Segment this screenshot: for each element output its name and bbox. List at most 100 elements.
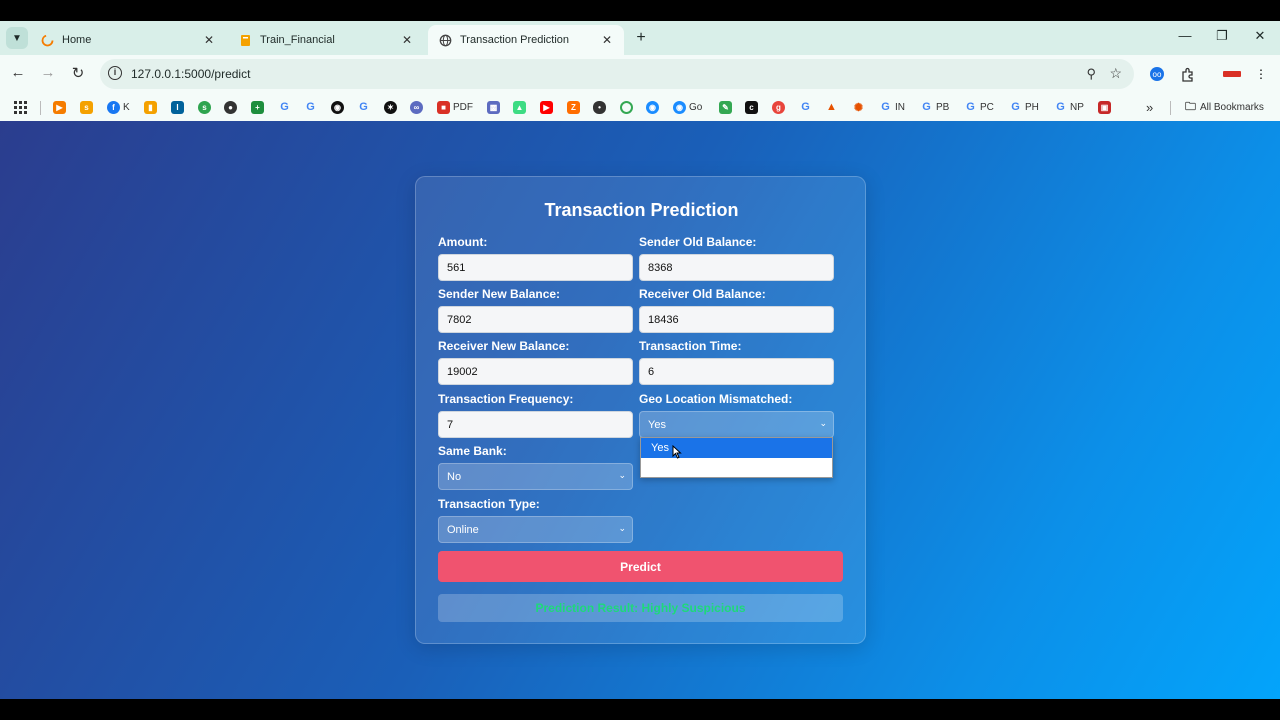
window-close-icon[interactable]: ✕ [1250,28,1270,44]
github-icon[interactable]: ◉ [331,99,347,115]
prediction-result: Prediction Result: Highly Suspicious [438,594,843,622]
bookmark-icon[interactable] [620,99,636,115]
bookmark-icon[interactable]: • [593,99,609,115]
puzzle-icon[interactable] [1179,65,1197,83]
zoom-icon[interactable]: ⚲ [1086,66,1096,82]
amount-input[interactable]: 561 [438,254,633,281]
screen-bottom-bar [0,699,1280,720]
bookmark-icon[interactable]: ▣ [1098,99,1114,115]
pdf-icon: ■ [437,100,450,114]
form-title: Transaction Prediction [544,200,739,220]
more-bookmarks-icon[interactable]: » [1146,99,1153,115]
back-icon[interactable]: ← [8,64,28,81]
geo-location-dropdown-list: Yes [640,437,833,478]
restore-icon[interactable]: ❐ [1212,28,1232,44]
bookmark-google-ph[interactable]: G PH [1009,99,1039,115]
bookmark-pdf[interactable]: ■ PDF [437,99,473,115]
bookmark-go[interactable]: ◉ Go [673,99,702,115]
bookmark-icon[interactable]: ◉ [646,99,662,115]
bookmark-icon[interactable]: ▲ [513,99,529,115]
browser-toolbar: ← → ↻ i 127.0.0.1:5000/predict ⚲ ☆ oo ⋮ [0,55,1280,93]
openai-icon[interactable]: ✶ [384,99,400,115]
predict-button[interactable]: Predict [438,551,843,582]
bookmark-google-pb[interactable]: G PB [920,99,949,115]
new-tab-button[interactable]: + [632,29,650,47]
bookmark-icon[interactable]: ▮ [144,99,160,115]
bookmark-icon[interactable]: Z [567,99,583,115]
bookmark-icon[interactable]: + [251,99,267,115]
geo-location-mismatched-label: Geo Location Mismatched: [639,392,793,406]
google-icon[interactable]: G [799,99,815,115]
divider [1170,101,1171,115]
tab-train-financial[interactable]: Train_Financial ✕ [228,25,424,55]
close-icon[interactable]: ✕ [600,33,614,47]
close-icon[interactable]: ✕ [400,33,414,47]
bookmark-label: PC [980,101,994,113]
bookmark-label: PDF [453,101,473,113]
bookmark-icon[interactable]: ▩ [487,99,503,115]
transaction-time-label: Transaction Time: [639,339,742,353]
bookmark-star-icon[interactable]: ☆ [1109,65,1122,82]
tab-search-button[interactable]: ▼ [6,27,28,49]
google-icon[interactable]: G [278,99,294,115]
same-bank-field: Same Bank: No ⌄ [438,444,633,490]
sender-old-balance-field: Sender Old Balance: 8368 [639,235,834,281]
bookmarks-bar: ▶ s fK ▮ I s ● + G G ◉ G ✶ ∞ ■ PDF ▩ ▲ ▶ … [0,93,1280,121]
receiver-new-balance-label: Receiver New Balance: [438,339,570,353]
divider [40,101,41,115]
youtube-icon[interactable]: ▶ [540,99,556,115]
tab-transaction-prediction[interactable]: Transaction Prediction ✕ [428,25,624,55]
bookmark-icon[interactable]: ▲ [825,99,841,115]
sender-old-balance-label: Sender Old Balance: [639,235,757,249]
sender-new-balance-input[interactable]: 7802 [438,306,633,333]
dropdown-option-yes[interactable]: Yes [641,438,832,458]
geo-location-mismatched-field: Geo Location Mismatched: Yes ⌄ [639,392,834,438]
reload-icon[interactable]: ↻ [68,64,88,82]
bookmark-icon[interactable]: c [745,99,761,115]
sender-new-balance-label: Sender New Balance: [438,287,561,301]
tab-title: Transaction Prediction [460,34,570,46]
minimize-icon[interactable]: — [1175,28,1195,43]
prediction-form-card: Transaction Prediction Amount: 561 Sende… [415,176,866,644]
bookmark-icon[interactable]: ∞ [410,99,426,115]
chevron-down-icon: ⌄ [819,418,827,428]
address-bar[interactable]: i 127.0.0.1:5000/predict ⚲ ☆ [100,59,1134,89]
bookmark-google-in[interactable]: G IN [879,99,905,115]
bookmark-icon[interactable]: g [772,99,788,115]
bookmark-google-pc[interactable]: G PC [964,99,994,115]
menu-dots-icon[interactable]: ⋮ [1252,65,1270,83]
geo-location-mismatched-select[interactable]: Yes ⌄ [639,411,834,438]
receiver-new-balance-input[interactable]: 19002 [438,358,633,385]
apps-grid-icon[interactable] [14,99,27,115]
url-text: 127.0.0.1:5000/predict [131,67,251,81]
bookmark-icon[interactable]: ✎ [719,99,735,115]
receiver-old-balance-input[interactable]: 18436 [639,306,834,333]
bookmark-google-np[interactable]: G NP [1054,99,1084,115]
transaction-type-select[interactable]: Online ⌄ [438,516,633,543]
bookmark-icon[interactable]: ✺ [852,99,868,115]
all-bookmarks[interactable]: 🗀 All Bookmarks [1184,99,1264,115]
bookmark-icon[interactable]: s [198,99,214,115]
site-info-icon[interactable]: i [108,66,122,80]
transaction-time-input[interactable]: 6 [639,358,834,385]
tab-strip: ▼ Home ✕ Train_Financial ✕ Transaction P… [0,21,1280,55]
bookmark-facebook[interactable]: fK [107,99,130,115]
sender-old-balance-input[interactable]: 8368 [639,254,834,281]
google-icon[interactable]: G [357,99,373,115]
dropdown-option-blank[interactable] [641,458,832,478]
receiver-old-balance-label: Receiver Old Balance: [639,287,766,301]
bookmark-icon[interactable]: I [171,99,187,115]
bookmark-icon[interactable]: s [80,99,96,115]
google-icon[interactable]: G [304,99,320,115]
extension-icon[interactable]: oo [1148,65,1166,83]
profile-icon[interactable] [1222,65,1242,83]
page-content: Transaction Prediction Amount: 561 Sende… [0,121,1280,699]
bookmark-icon[interactable]: ● [224,99,240,115]
select-value: Yes [648,419,666,431]
same-bank-select[interactable]: No ⌄ [438,463,633,490]
close-icon[interactable]: ✕ [202,33,216,47]
forward-icon[interactable]: → [38,64,58,81]
transaction-frequency-input[interactable]: 7 [438,411,633,438]
bookmark-icon[interactable]: ▶ [53,99,69,115]
tab-home[interactable]: Home ✕ [30,25,226,55]
